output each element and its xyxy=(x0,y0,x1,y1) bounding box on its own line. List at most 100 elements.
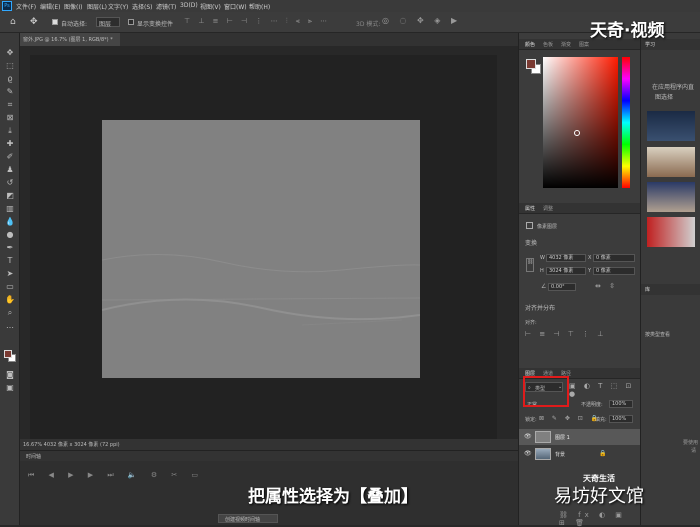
gradient-tool-icon[interactable]: ▥ xyxy=(4,203,16,214)
auto-select-checkbox[interactable] xyxy=(52,19,58,25)
pen-tool-icon[interactable]: ✒ xyxy=(4,242,16,253)
tutorial-thumbnail-3[interactable] xyxy=(647,182,695,212)
align-distribute-label: 对齐并分布 xyxy=(525,305,556,312)
menu-view[interactable]: 视图(V) xyxy=(200,2,221,11)
properties-panel-tabs: 属性 调整 xyxy=(519,203,641,214)
marquee-tool-icon[interactable]: ⬚ xyxy=(4,60,16,71)
show-transform-checkbox[interactable] xyxy=(128,19,134,25)
tutorial-thumbnail-4[interactable] xyxy=(647,217,695,247)
menu-file[interactable]: 文件(F) xyxy=(16,2,36,11)
dodge-tool-icon[interactable]: ● xyxy=(4,229,16,240)
align-icons[interactable]: ⊤ ⊥ ≡ ⊢ ⊣ ⋮ ⋯ ⫶ ⫷ ⫸ ⋯ xyxy=(184,17,330,26)
quick-mask-icon[interactable]: ◙ xyxy=(4,369,16,380)
menu-select[interactable]: 选择(S) xyxy=(132,2,153,11)
width-field[interactable]: 4032 像素 xyxy=(546,254,586,262)
menu-type[interactable]: 文字(Y) xyxy=(108,2,128,11)
library-search[interactable]: 按类型查看 xyxy=(645,331,670,338)
more-tools-icon[interactable]: … xyxy=(4,320,16,331)
menu-3d[interactable]: 3D(D) xyxy=(180,2,198,9)
tab-gradients[interactable]: 渐变 xyxy=(561,41,571,48)
hue-slider[interactable] xyxy=(622,57,630,188)
tab-color[interactable]: 颜色 xyxy=(525,41,535,48)
menu-filter[interactable]: 滤镜(T) xyxy=(156,2,176,11)
type-tool-icon[interactable]: T xyxy=(4,255,16,266)
color-fg-swatch[interactable] xyxy=(526,59,536,69)
crop-tool-icon[interactable]: ⌗ xyxy=(4,99,16,110)
video-subtitle: 把属性选择为【叠加】 xyxy=(248,487,418,507)
tab-library[interactable]: 库 xyxy=(645,286,650,293)
menu-help[interactable]: 帮助(H) xyxy=(249,2,270,11)
zoom-tool-icon[interactable]: ⌕ xyxy=(4,307,16,318)
angle-field[interactable]: 0.00° xyxy=(548,283,576,291)
flip-icons[interactable]: ⇹ ⇳ xyxy=(595,282,618,290)
tools-panel: ✥ ⬚ ϱ ✎ ⌗ ⊠ ⤓ ✚ ✐ ♟ ↺ ◩ ▥ 💧 ● ✒ T ➤ ▭ ✋ … xyxy=(0,33,20,525)
eyedropper-tool-icon[interactable]: ⤓ xyxy=(4,125,16,136)
document-tab[interactable]: 窗外.JPG @ 16.7% (图层 1, RGB/8*) * xyxy=(20,33,120,46)
move-tool-icon[interactable]: ✥ xyxy=(4,47,16,58)
create-video-timeline-button[interactable]: 创建视频时间轴 xyxy=(218,514,278,523)
screen-mode-icon[interactable]: ▣ xyxy=(4,382,16,393)
menu-edit[interactable]: 编辑(E) xyxy=(40,2,60,11)
move-tool-icon[interactable]: ✥ xyxy=(30,17,38,27)
status-bar: 16.67% 4032 像素 x 3024 像素 (72 ppi) xyxy=(20,439,518,450)
layer-row-background[interactable]: 👁 背景 🔒 xyxy=(519,446,641,462)
3d-tools-icons[interactable]: ◎ ◌ ✥ ◈ ▶ xyxy=(382,16,461,25)
layer-name: 图层 1 xyxy=(555,435,570,441)
blur-tool-icon[interactable]: 💧 xyxy=(4,216,16,227)
visibility-eye-icon[interactable]: 👁 xyxy=(524,450,532,457)
library-text-line2: 请 xyxy=(691,448,697,454)
h-label: H xyxy=(540,268,544,274)
stamp-tool-icon[interactable]: ♟ xyxy=(4,164,16,175)
history-brush-tool-icon[interactable]: ↺ xyxy=(4,177,16,188)
fill-field[interactable]: 100% xyxy=(609,415,633,423)
menu-image[interactable]: 图像(I) xyxy=(64,2,82,11)
brush-tool-icon[interactable]: ✐ xyxy=(4,151,16,162)
video-logo: 天奇·视频 xyxy=(590,21,665,41)
quick-select-tool-icon[interactable]: ✎ xyxy=(4,86,16,97)
menu-layer[interactable]: 图层(L) xyxy=(87,2,107,11)
fill-value: 100% xyxy=(612,416,627,422)
learn-text-line2: 图选择 xyxy=(655,94,674,101)
hand-tool-icon[interactable]: ✋ xyxy=(4,294,16,305)
menu-window[interactable]: 窗口(W) xyxy=(224,2,247,11)
document-canvas[interactable] xyxy=(101,120,421,378)
watermark: 易坊好文馆 xyxy=(554,486,644,507)
tab-properties[interactable]: 属性 xyxy=(525,205,535,212)
layer-row-layer1[interactable]: 👁 图层 1 xyxy=(519,429,641,445)
eraser-tool-icon[interactable]: ◩ xyxy=(4,190,16,201)
align-sub-label: 对齐: xyxy=(525,320,537,326)
library-text-line1: 要使用 xyxy=(683,440,699,446)
visibility-eye-icon[interactable]: 👁 xyxy=(524,433,532,440)
x-field[interactable]: 0 像素 xyxy=(593,254,635,262)
lasso-tool-icon[interactable]: ϱ xyxy=(4,73,16,84)
color-field[interactable] xyxy=(543,57,618,188)
foreground-color-swatch[interactable] xyxy=(4,350,12,358)
shape-tool-icon[interactable]: ▭ xyxy=(4,281,16,292)
timeline-title: 时间轴 xyxy=(26,454,42,460)
tab-adjustments[interactable]: 调整 xyxy=(543,205,553,212)
lock-icons[interactable]: ⊠ ✎ ✥ ⊡ 🔒 xyxy=(539,415,601,422)
w-label: W xyxy=(540,255,545,261)
home-icon[interactable]: ⌂ xyxy=(10,17,16,27)
mode-3d-label: 3D 模式: xyxy=(356,21,381,28)
tutorial-thumbnail-1[interactable] xyxy=(647,111,695,141)
tab-learn[interactable]: 学习 xyxy=(645,41,655,48)
layer-filter-icons[interactable]: ▣ ◐ T ⬚ ⊡ ● xyxy=(569,382,640,398)
y-field[interactable]: 0 像素 xyxy=(593,267,635,275)
menu-bar: Ps 文件(F) 编辑(E) 图像(I) 图层(L) 文字(Y) 选择(S) 滤… xyxy=(0,0,700,12)
tab-patterns[interactable]: 图案 xyxy=(579,41,589,48)
height-field[interactable]: 3024 像素 xyxy=(546,267,586,275)
opacity-field[interactable]: 100% xyxy=(609,400,633,408)
frame-tool-icon[interactable]: ⊠ xyxy=(4,112,16,123)
create-video-timeline-label: 创建视频时间轴 xyxy=(225,517,261,523)
playback-controls-icons[interactable]: ⏮ ◀ ▶ ▶ ⏭ 🔈 ⚙ ✂ ▭ xyxy=(28,471,204,480)
learn-text-line1: 在应用程序内直 xyxy=(652,84,695,91)
ps-logo-icon: Ps xyxy=(2,1,12,11)
timeline-header: 时间轴 xyxy=(20,451,518,461)
tab-swatches[interactable]: 色板 xyxy=(543,41,553,48)
tutorial-thumbnail-2[interactable] xyxy=(647,147,695,177)
path-select-tool-icon[interactable]: ➤ xyxy=(4,268,16,279)
link-wh-icon[interactable]: ⛓ xyxy=(526,258,534,272)
align-buttons-icons[interactable]: ⊢ ≡ ⊣ ⊤ ⋮ ⊥ xyxy=(525,330,606,338)
healing-tool-icon[interactable]: ✚ xyxy=(4,138,16,149)
